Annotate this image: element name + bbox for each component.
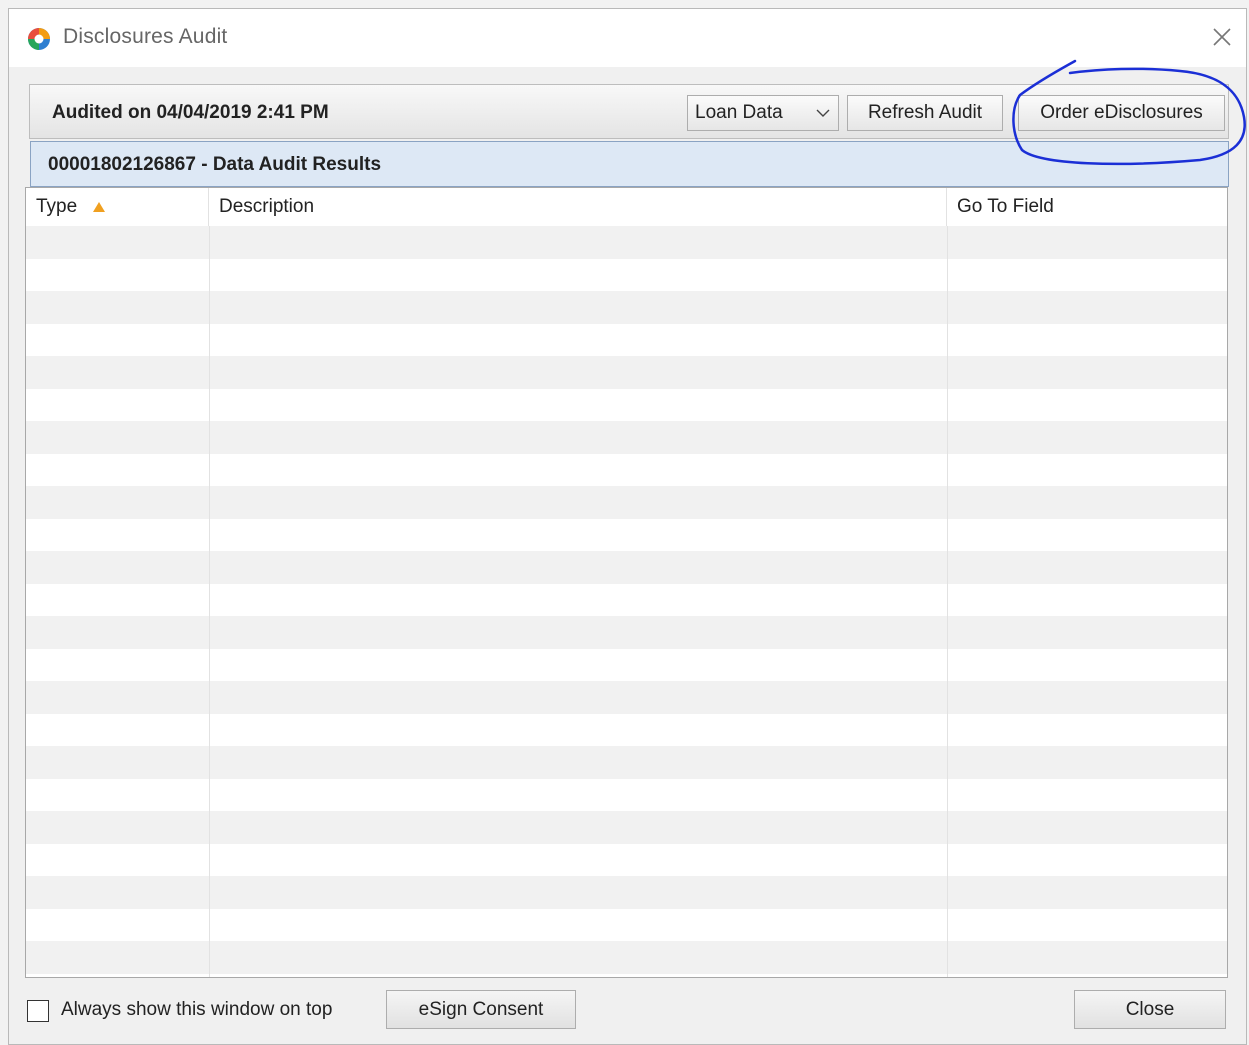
column-divider — [947, 226, 948, 977]
table-row — [26, 778, 1227, 811]
table-row — [26, 843, 1227, 876]
table-row — [26, 583, 1227, 616]
column-divider — [209, 226, 210, 977]
grid-rows — [26, 226, 1227, 977]
table-row — [26, 746, 1227, 779]
table-row — [26, 648, 1227, 681]
table-row — [26, 941, 1227, 974]
column-header-go-to-field-label: Go To Field — [957, 196, 1054, 217]
column-header-go-to-field[interactable]: Go To Field — [947, 188, 1227, 226]
table-row — [26, 356, 1227, 389]
order-edisclosures-button[interactable]: Order eDisclosures — [1018, 95, 1225, 131]
table-row — [26, 291, 1227, 324]
close-button[interactable]: Close — [1074, 990, 1226, 1029]
window-title: Disclosures Audit — [63, 25, 228, 48]
table-row — [26, 811, 1227, 844]
close-icon[interactable] — [1208, 23, 1236, 51]
refresh-audit-button[interactable]: Refresh Audit — [847, 95, 1003, 131]
audited-timestamp: Audited on 04/04/2019 2:41 PM — [52, 102, 329, 123]
results-title: 00001802126867 - Data Audit Results — [48, 154, 382, 175]
table-row — [26, 453, 1227, 486]
table-row — [26, 616, 1227, 649]
table-row — [26, 421, 1227, 454]
loan-data-select-value: Loan Data — [695, 102, 783, 123]
table-row — [26, 908, 1227, 941]
audit-toolbar: Audited on 04/04/2019 2:41 PM Loan Data … — [29, 84, 1229, 139]
column-header-description[interactable]: Description — [209, 188, 947, 226]
table-row — [26, 258, 1227, 291]
title-bar: Disclosures Audit — [9, 9, 1246, 67]
table-row — [26, 876, 1227, 909]
app-logo-icon — [28, 28, 50, 50]
table-row — [26, 323, 1227, 356]
table-row — [26, 226, 1227, 259]
table-row — [26, 388, 1227, 421]
results-header: 00001802126867 - Data Audit Results — [30, 141, 1229, 187]
audit-results-grid: Type Description Go To Field — [25, 187, 1228, 978]
sort-ascending-icon — [93, 202, 105, 212]
loan-data-select[interactable]: Loan Data — [687, 95, 839, 131]
always-on-top-checkbox[interactable] — [27, 1000, 49, 1022]
table-row — [26, 486, 1227, 519]
column-header-type-label: Type — [36, 196, 78, 217]
column-header-type[interactable]: Type — [26, 188, 209, 226]
esign-consent-button[interactable]: eSign Consent — [386, 990, 576, 1029]
chevron-down-icon — [816, 109, 830, 117]
table-row — [26, 551, 1227, 584]
column-header-description-label: Description — [219, 196, 315, 217]
disclosures-audit-window: Disclosures Audit Audited on 04/04/2019 … — [8, 8, 1247, 1045]
table-row — [26, 713, 1227, 746]
always-on-top-label: Always show this window on top — [61, 999, 333, 1020]
table-row — [26, 518, 1227, 551]
table-row — [26, 681, 1227, 714]
